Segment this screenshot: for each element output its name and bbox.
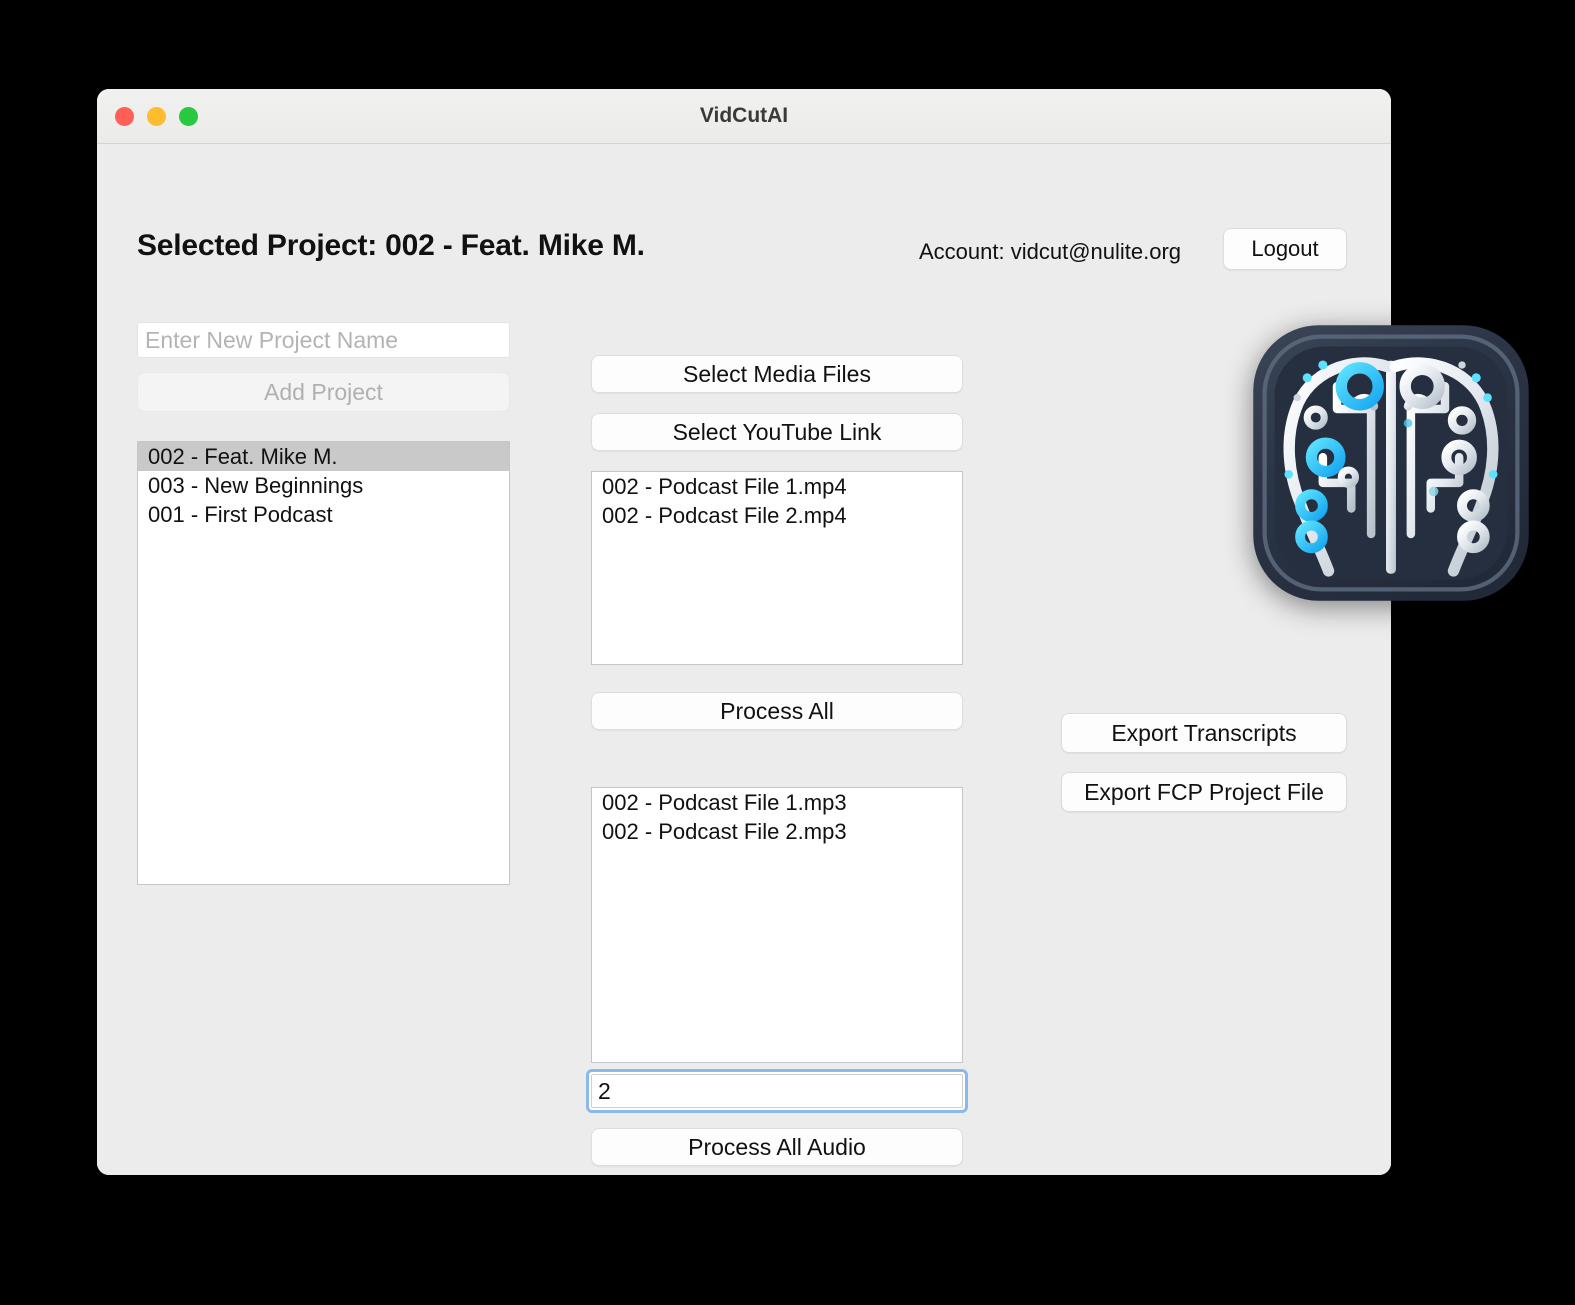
audio-count-input[interactable] [591,1074,963,1108]
new-project-name-input[interactable] [137,322,510,358]
audio-count-field-focus-ring [586,1069,968,1113]
close-button-icon[interactable] [115,106,134,126]
app-window: VidCutAI Selected Project: 002 - Feat. M… [97,89,1391,1175]
add-project-button[interactable]: Add Project [137,372,510,412]
video-file-list-item[interactable]: 002 - Podcast File 2.mp4 [592,501,962,530]
logout-button[interactable]: Logout [1223,228,1347,270]
traffic-light-group [115,106,198,126]
audio-file-list-item[interactable]: 002 - Podcast File 1.mp3 [592,788,962,817]
audio-file-list[interactable]: 002 - Podcast File 1.mp3 002 - Podcast F… [591,787,963,1063]
minimize-button-icon[interactable] [147,106,166,126]
select-media-files-button[interactable]: Select Media Files [591,355,963,393]
select-youtube-link-button[interactable]: Select YouTube Link [591,413,963,451]
screen: VidCutAI Selected Project: 002 - Feat. M… [0,0,1575,1305]
project-list-item[interactable]: 001 - First Podcast [138,500,509,529]
process-all-button[interactable]: Process All [591,692,963,730]
circuit-brain-logo-icon [1253,325,1529,601]
project-list[interactable]: 002 - Feat. Mike M. 003 - New Beginnings… [137,441,510,885]
account-label: Account: vidcut@nulite.org [919,239,1182,264]
maximize-button-icon[interactable] [179,106,198,126]
window-title: VidCutAI [699,104,789,127]
video-file-list-item[interactable]: 002 - Podcast File 1.mp4 [592,472,962,501]
window-content: Selected Project: 002 - Feat. Mike M. Ac… [97,144,1391,1175]
audio-file-list-item[interactable]: 002 - Podcast File 2.mp3 [592,817,962,846]
process-all-audio-button[interactable]: Process All Audio [591,1128,963,1166]
video-file-list[interactable]: 002 - Podcast File 1.mp4 002 - Podcast F… [591,471,963,665]
title-bar: VidCutAI [97,89,1391,144]
export-fcp-project-file-button[interactable]: Export FCP Project File [1061,772,1347,812]
page-title: Selected Project: 002 - Feat. Mike M. [137,229,645,262]
export-transcripts-button[interactable]: Export Transcripts [1061,713,1347,753]
project-list-item[interactable]: 002 - Feat. Mike M. [138,442,509,471]
project-list-item[interactable]: 003 - New Beginnings [138,471,509,500]
